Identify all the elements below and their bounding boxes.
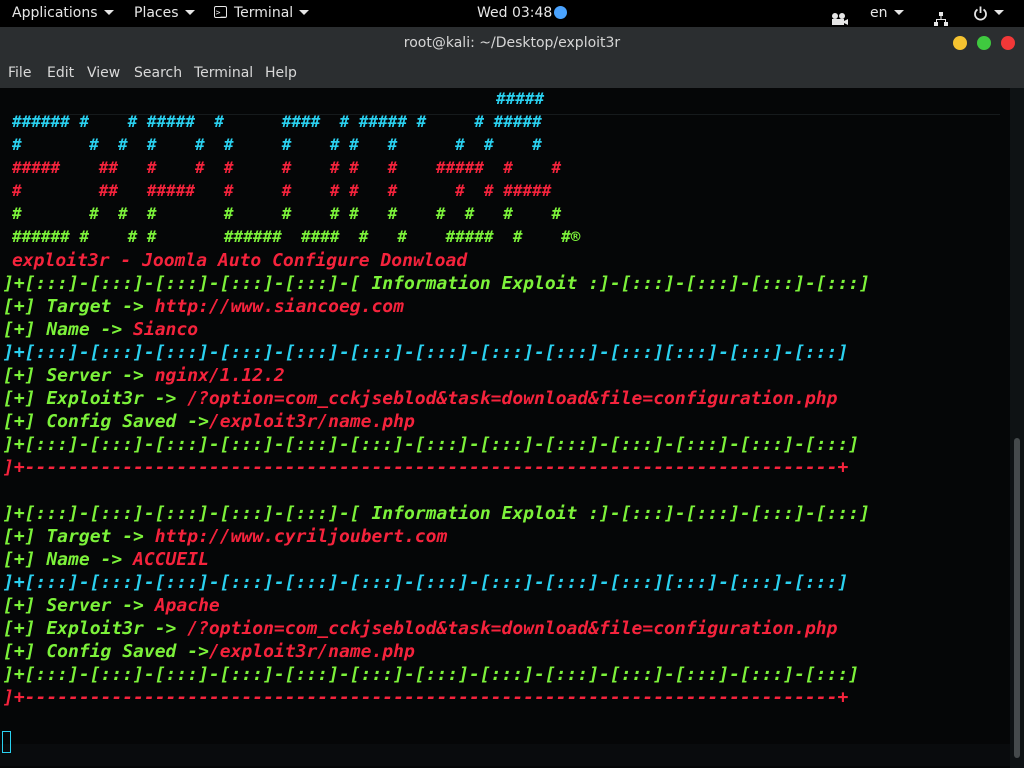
info-prefix: ]+[:::]-[:::]-[:::]-[:::]-[:::]-[ bbox=[3, 503, 361, 524]
clock[interactable]: Wed 03:48 bbox=[477, 0, 568, 27]
name-line: [+] Name -> Sianco bbox=[3, 318, 198, 341]
window-title: root@kali: ~/Desktop/exploit3r bbox=[403, 35, 621, 51]
terminal-cursor bbox=[2, 731, 11, 753]
info-prefix: ]+[:::]-[:::]-[:::]-[:::]-[:::]-[ bbox=[3, 273, 361, 294]
separator-green: ]+[:::]-[:::]-[:::]-[:::]-[:::]-[:::]-[:… bbox=[3, 434, 860, 455]
ascii-art-line: ###### # # ##### # #### # ##### # # ####… bbox=[12, 112, 542, 131]
power-icon bbox=[974, 6, 987, 20]
window-titlebar[interactable]: root@kali: ~/Desktop/exploit3r bbox=[0, 27, 1024, 60]
applications-label: Applications bbox=[12, 5, 98, 21]
target-value: http://www.cyriljoubert.com bbox=[154, 526, 448, 547]
name-line: [+] Name -> ACCUEIL bbox=[3, 548, 209, 571]
close-button[interactable] bbox=[1001, 36, 1015, 50]
menu-search[interactable]: Search bbox=[134, 60, 182, 87]
video-icon[interactable] bbox=[830, 6, 848, 25]
menu-file[interactable]: File bbox=[8, 60, 31, 87]
exploit-line: [+] Exploit3r -> /?option=com_cckjseblod… bbox=[3, 387, 837, 410]
exploit-value: /?option=com_cckjseblod&task=download&fi… bbox=[187, 618, 838, 639]
menu-edit[interactable]: Edit bbox=[47, 60, 74, 87]
ascii-art-line: ##### bbox=[496, 89, 545, 108]
config-value: /exploit3r/name.php bbox=[208, 641, 415, 662]
name-label: [+] Name -> bbox=[3, 319, 134, 340]
separator-cyan: ]+[:::]-[:::]-[:::]-[:::]-[:::]-[:::]-[:… bbox=[3, 342, 849, 363]
applications-menu[interactable]: Applications bbox=[12, 0, 114, 27]
config-label: [+] Config Saved -> bbox=[3, 641, 209, 662]
chevron-down-icon bbox=[994, 9, 1004, 15]
ascii-art-line: ###### # # # ###### #### # # ##### # #® bbox=[12, 227, 581, 246]
config-line: [+] Config Saved ->/exploit3r/name.php bbox=[3, 640, 415, 663]
menu-terminal[interactable]: Terminal bbox=[194, 60, 253, 87]
places-label: Places bbox=[134, 5, 179, 21]
top-panel: Applications Places >_ Terminal Wed 03:48… bbox=[0, 0, 1024, 27]
server-value: Apache bbox=[154, 595, 220, 616]
menu-view[interactable]: View bbox=[87, 60, 120, 87]
config-line: [+] Config Saved ->/exploit3r/name.php bbox=[3, 410, 415, 433]
chevron-down-icon bbox=[893, 9, 904, 15]
terminal-area[interactable]: ##### ###### # # ##### # #### # ##### # … bbox=[0, 88, 1024, 768]
target-line: [+] Target -> http://www.siancoeg.com bbox=[3, 295, 404, 318]
separator-green: ]+[:::]-[:::]-[:::]-[:::]-[:::]-[:::]-[:… bbox=[3, 664, 860, 685]
separator-cyan: ]+[:::]-[:::]-[:::]-[:::]-[:::]-[:::]-[:… bbox=[3, 572, 849, 593]
language-selector[interactable]: en bbox=[870, 0, 904, 27]
chevron-down-icon bbox=[184, 9, 195, 15]
ascii-art-line: # # # # # # # # # # # # # bbox=[12, 204, 562, 223]
exploit-label: [+] Exploit3r -> bbox=[3, 388, 188, 409]
separator-red: ]+--------------------------------------… bbox=[3, 457, 849, 478]
server-value: nginx/1.12.2 bbox=[154, 365, 285, 386]
exploit-value: /?option=com_cckjseblod&task=download&fi… bbox=[187, 388, 838, 409]
power-menu[interactable] bbox=[973, 0, 1004, 27]
terminal-app-menu[interactable]: >_ Terminal bbox=[214, 0, 310, 27]
ghost-status-bar bbox=[0, 744, 1010, 766]
ascii-art-line: # ## ##### # # # # # # # ##### bbox=[12, 181, 552, 200]
menu-bar: File Edit View Search Terminal Help bbox=[0, 60, 1024, 89]
info-title: Information Exploit : bbox=[360, 503, 600, 524]
language-label: en bbox=[870, 5, 888, 21]
weather-icon bbox=[554, 5, 568, 19]
server-label: [+] Server -> bbox=[3, 595, 155, 616]
config-label: [+] Config Saved -> bbox=[3, 411, 209, 432]
chevron-down-icon bbox=[299, 9, 310, 15]
exploit-line: [+] Exploit3r -> /?option=com_cckjseblod… bbox=[3, 617, 837, 640]
exploit-label: [+] Exploit3r -> bbox=[3, 618, 188, 639]
info-suffix: ]-[:::]-[:::]-[:::]-[:::] bbox=[599, 503, 870, 524]
tool-subtitle: exploit3r - Joomla Auto Configure Donwlo… bbox=[12, 250, 468, 271]
clock-label: Wed 03:48 bbox=[477, 5, 553, 21]
target-value: http://www.siancoeg.com bbox=[154, 296, 404, 317]
target-line: [+] Target -> http://www.cyriljoubert.co… bbox=[3, 525, 447, 548]
info-header: ]+[:::]-[:::]-[:::]-[:::]-[:::]-[ Inform… bbox=[3, 272, 870, 295]
config-value: /exploit3r/name.php bbox=[208, 411, 415, 432]
name-value: Sianco bbox=[133, 319, 199, 340]
server-line: [+] Server -> nginx/1.12.2 bbox=[3, 364, 285, 387]
terminal-app-label: Terminal bbox=[234, 5, 294, 21]
server-line: [+] Server -> Apache bbox=[3, 594, 220, 617]
places-menu[interactable]: Places bbox=[134, 0, 195, 27]
info-suffix: ]-[:::]-[:::]-[:::]-[:::] bbox=[599, 273, 870, 294]
server-label: [+] Server -> bbox=[3, 365, 155, 386]
info-header: ]+[:::]-[:::]-[:::]-[:::]-[:::]-[ Inform… bbox=[3, 502, 870, 525]
ascii-art-line: # # # # # # # # # # # # # bbox=[12, 135, 542, 154]
info-title: Information Exploit : bbox=[360, 273, 600, 294]
separator-red: ]+--------------------------------------… bbox=[3, 687, 849, 708]
name-label: [+] Name -> bbox=[3, 549, 134, 570]
name-value: ACCUEIL bbox=[133, 549, 209, 570]
network-icon[interactable] bbox=[934, 6, 948, 26]
menu-help[interactable]: Help bbox=[265, 60, 297, 87]
ascii-art-line: ##### ## # # # # # # # ##### # # bbox=[12, 158, 562, 177]
chevron-down-icon bbox=[103, 9, 114, 15]
minimize-button[interactable] bbox=[953, 36, 967, 50]
maximize-button[interactable] bbox=[977, 36, 991, 50]
target-label: [+] Target -> bbox=[3, 526, 155, 547]
scrollbar-thumb[interactable] bbox=[1014, 438, 1020, 758]
target-label: [+] Target -> bbox=[3, 296, 155, 317]
scrollbar[interactable] bbox=[1010, 88, 1024, 768]
terminal-icon: >_ bbox=[214, 6, 227, 18]
